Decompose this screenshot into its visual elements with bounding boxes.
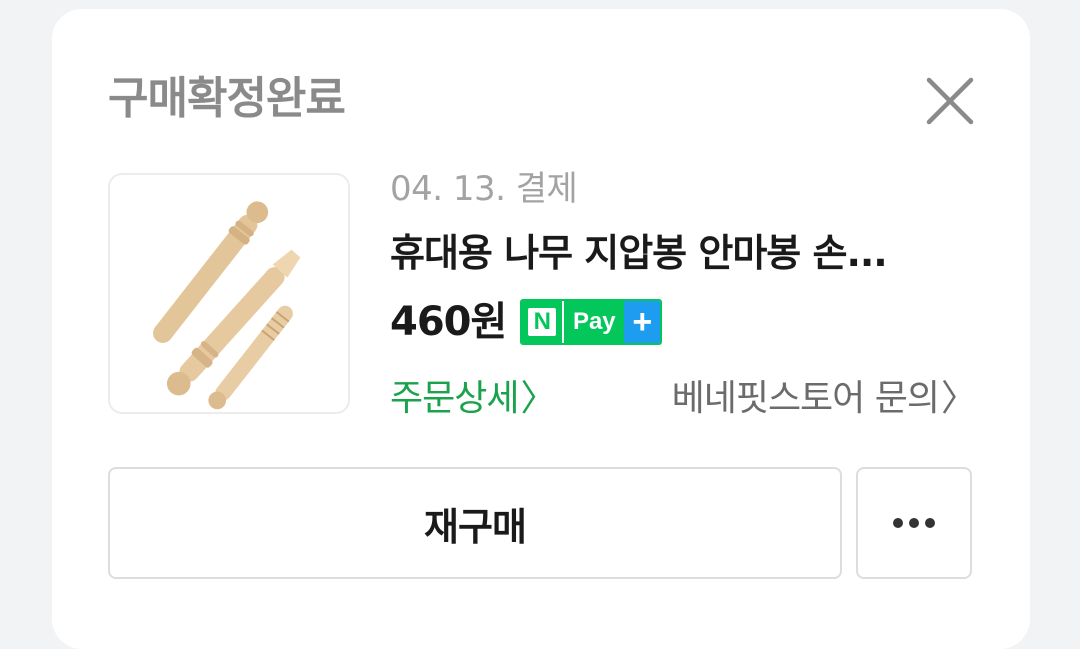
price-row: 460원 N Pay + bbox=[390, 297, 663, 347]
product-thumbnail[interactable] bbox=[108, 173, 350, 414]
product-price: 460원 bbox=[390, 299, 507, 345]
wooden-massage-sticks-image bbox=[153, 201, 301, 410]
more-options-button[interactable] bbox=[856, 467, 972, 579]
more-icon bbox=[893, 518, 903, 528]
rebuy-button[interactable]: 재구매 bbox=[108, 467, 842, 579]
order-detail-link[interactable]: 주문상세〉 bbox=[390, 371, 557, 427]
product-name[interactable]: 휴대용 나무 지압봉 안마봉 손... bbox=[390, 229, 970, 277]
order-links: 주문상세〉 베네핏스토어 문의〉 bbox=[390, 371, 977, 427]
chevron-right-icon: 〉 bbox=[940, 378, 977, 419]
close-icon[interactable] bbox=[924, 75, 976, 127]
dialog-title: 구매확정완료 bbox=[108, 73, 346, 124]
chevron-right-icon: 〉 bbox=[520, 378, 556, 419]
order-date: 04. 13. 결제 bbox=[390, 169, 578, 209]
npay-pay-label: Pay bbox=[562, 301, 625, 343]
npay-n-logo: N bbox=[522, 301, 563, 343]
npay-plus-icon: + bbox=[624, 301, 661, 343]
purchase-confirmed-dialog: 구매확정완료 04. 13. 결제 휴대용 나무 지압봉 안마봉 손... 46… bbox=[52, 9, 1030, 649]
npay-plus-badge: N Pay + bbox=[520, 299, 663, 345]
store-inquiry-link[interactable]: 베네핏스토어 문의〉 bbox=[672, 371, 977, 427]
